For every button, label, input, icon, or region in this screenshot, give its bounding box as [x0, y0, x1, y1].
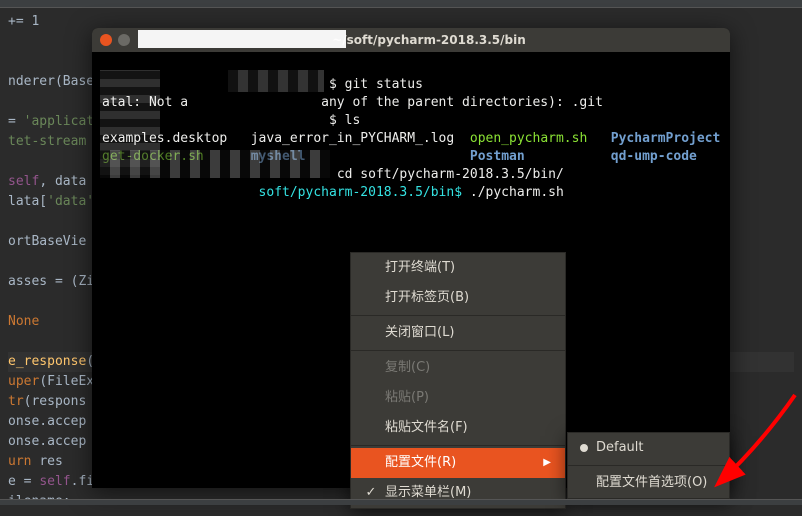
radio-icon [580, 444, 588, 452]
menu-separator [568, 465, 729, 466]
ide-tab-bar [0, 0, 802, 8]
menu-separator [351, 315, 565, 316]
menu-separator [351, 350, 565, 351]
ctx-copy: 复制(C) [351, 353, 565, 383]
submenu-default[interactable]: Default [568, 433, 729, 463]
privacy-pixelation [100, 150, 330, 178]
window-minimize-button[interactable] [118, 34, 130, 46]
ctx-label: 打开终端(T) [385, 253, 455, 283]
submenu-profile-prefs[interactable]: 配置文件首选项(O) [568, 468, 729, 498]
submenu-arrow-icon: ▶ [543, 448, 551, 478]
submenu-label: 配置文件首选项(O) [596, 468, 707, 498]
ctx-label: 关闭窗口(L) [385, 318, 454, 348]
ctx-profile[interactable]: 配置文件(R) ▶ [351, 448, 565, 478]
ctx-open-terminal[interactable]: 打开终端(T) [351, 253, 565, 283]
privacy-pixelation [228, 70, 324, 92]
ctx-open-tab[interactable]: 打开标签页(B) [351, 283, 565, 313]
ctx-paste: 粘贴(P) [351, 383, 565, 413]
ctx-label: 复制(C) [385, 353, 430, 383]
ide-status-bar [0, 499, 802, 505]
privacy-blur [138, 30, 346, 48]
context-menu[interactable]: 打开终端(T) 打开标签页(B) 关闭窗口(L) 复制(C) 粘贴(P) 粘贴文… [350, 252, 566, 509]
ctx-label: 打开标签页(B) [385, 283, 469, 313]
profile-submenu[interactable]: Default 配置文件首选项(O) [567, 432, 730, 499]
ctx-paste-filename[interactable]: 粘贴文件名(F) [351, 413, 565, 443]
terminal-output[interactable]: $ git status atal: Not a any of the pare… [92, 52, 730, 226]
menu-separator [351, 445, 565, 446]
ctx-label: 粘贴文件名(F) [385, 413, 468, 443]
ctx-label: 配置文件(R) [385, 448, 456, 478]
submenu-label: Default [596, 433, 644, 463]
window-close-button[interactable] [100, 34, 112, 46]
ctx-close-window[interactable]: 关闭窗口(L) [351, 318, 565, 348]
ctx-label: 粘贴(P) [385, 383, 429, 413]
